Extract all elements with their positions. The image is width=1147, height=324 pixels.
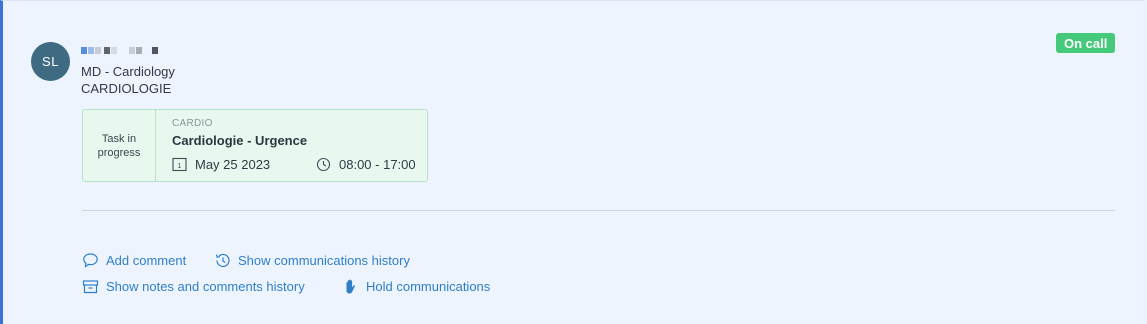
history-icon — [214, 252, 231, 269]
add-comment-button[interactable]: Add comment — [82, 252, 186, 269]
show-communications-history-label: Show communications history — [238, 253, 410, 268]
svg-text:1: 1 — [178, 163, 182, 170]
person-role: MD - Cardiology — [81, 64, 175, 79]
hand-icon — [342, 278, 359, 295]
show-communications-history-button[interactable]: Show communications history — [214, 252, 410, 269]
task-date-text: May 25 2023 — [195, 157, 271, 172]
show-notes-history-label: Show notes and comments history — [106, 279, 305, 294]
redacted-name — [81, 47, 159, 55]
status-badge: On call — [1056, 33, 1116, 53]
task-code: CARDIO — [172, 118, 213, 129]
divider — [82, 210, 1115, 211]
hold-communications-label: Hold communications — [366, 279, 491, 294]
task-time-text: 08:00 - 17:00 — [339, 157, 416, 172]
task-details: CARDIO Cardiologie - Urgence 1 May 25 20… — [156, 110, 427, 181]
avatar-initials: SL — [42, 54, 59, 69]
task-state: Task in progress — [83, 110, 156, 181]
task-time: 08:00 - 17:00 — [316, 157, 416, 172]
contact-card: SL MD - Cardiology CARDIOLOGIE On call T… — [0, 0, 1144, 324]
archive-icon — [82, 278, 99, 295]
task-date: 1 May 25 2023 — [172, 157, 270, 172]
comment-icon — [82, 252, 99, 269]
task-card[interactable]: Task in progress CARDIO Cardiologie - Ur… — [82, 109, 428, 182]
hold-communications-button[interactable]: Hold communications — [342, 278, 490, 295]
calendar-icon: 1 — [172, 157, 187, 172]
avatar: SL — [31, 42, 70, 81]
add-comment-label: Add comment — [106, 253, 187, 268]
clock-icon — [316, 157, 331, 172]
task-title: Cardiologie - Urgence — [172, 133, 308, 148]
person-department: CARDIOLOGIE — [81, 81, 172, 96]
show-notes-history-button[interactable]: Show notes and comments history — [82, 278, 305, 295]
